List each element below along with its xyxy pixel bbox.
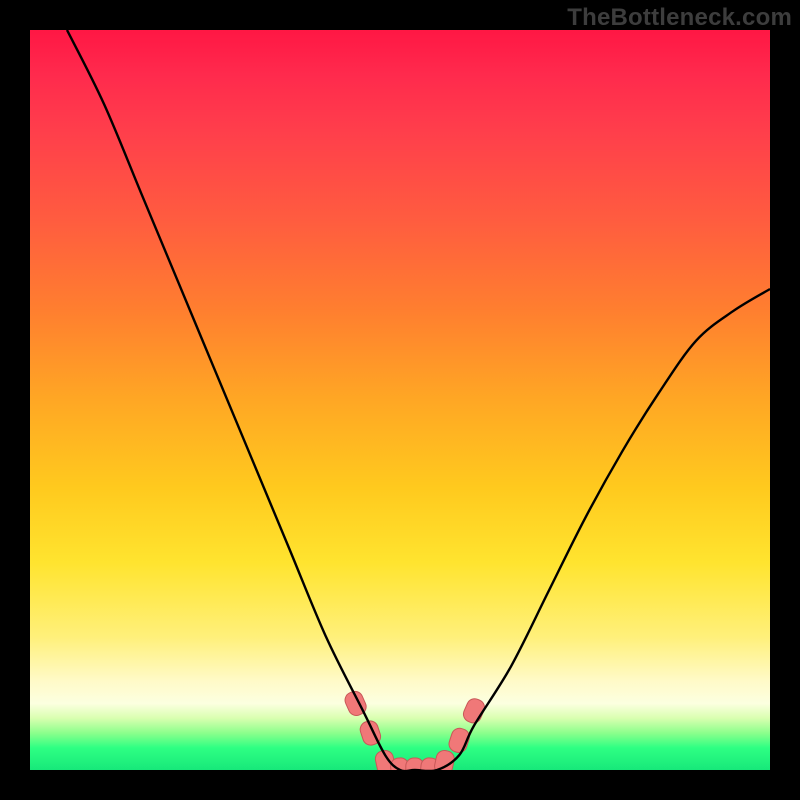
valley-marker-group bbox=[342, 689, 487, 770]
bottleneck-curve bbox=[67, 30, 770, 770]
watermark-text: TheBottleneck.com bbox=[567, 4, 792, 32]
plot-area bbox=[30, 30, 770, 770]
bottleneck-curve-layer bbox=[30, 30, 770, 770]
